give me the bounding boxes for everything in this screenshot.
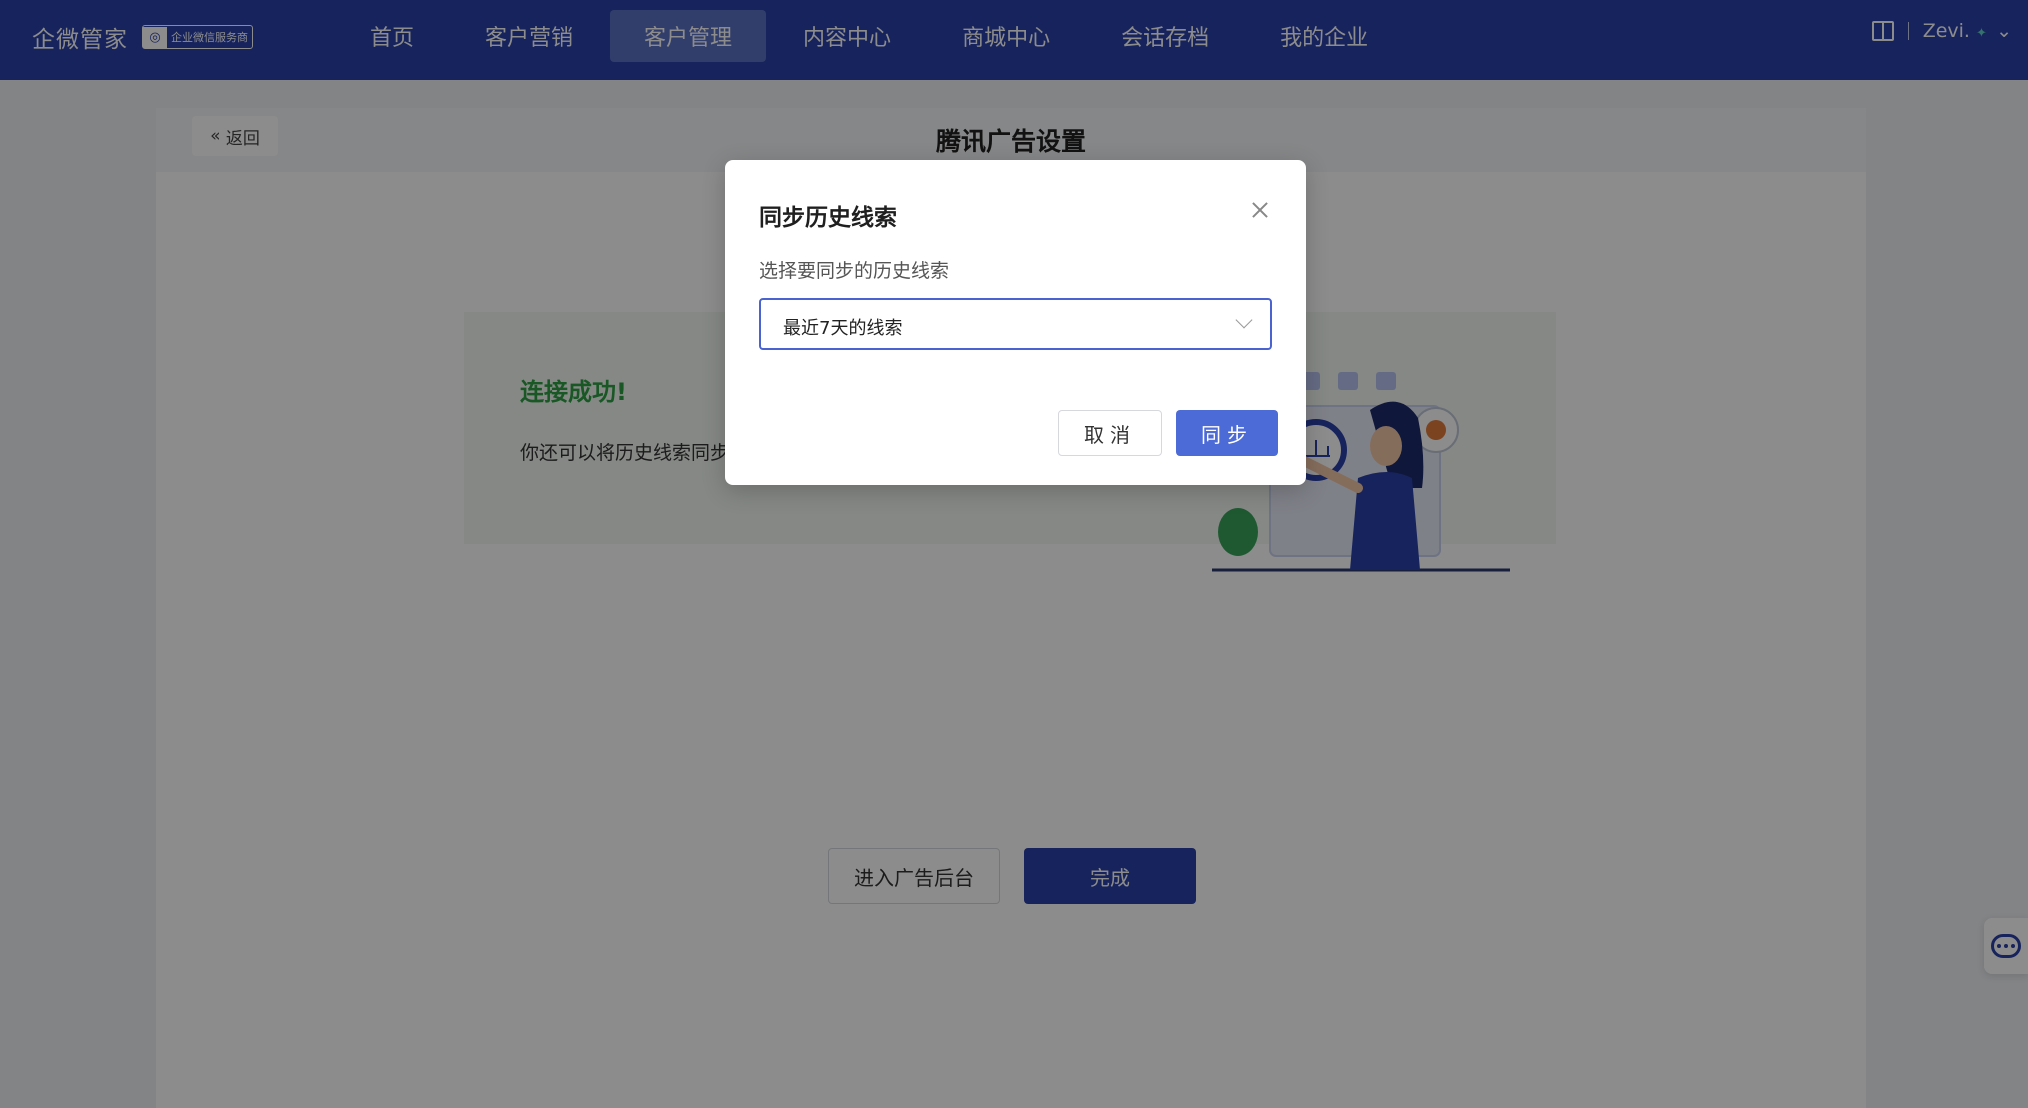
close-icon[interactable]	[1250, 200, 1270, 220]
chevron-down-icon	[1235, 311, 1253, 329]
cancel-button[interactable]: 取消	[1058, 410, 1162, 456]
select-value: 最近7天的线索	[783, 318, 903, 339]
sync-button[interactable]: 同步	[1176, 410, 1278, 456]
history-range-select[interactable]: 最近7天的线索	[759, 298, 1272, 350]
sync-history-leads-dialog: 同步历史线索 选择要同步的历史线索 最近7天的线索 取消 同步	[725, 160, 1306, 485]
dialog-title: 同步历史线索	[759, 205, 897, 231]
dialog-actions: 取消 同步	[1058, 410, 1278, 456]
dialog-field-label: 选择要同步的历史线索	[759, 260, 950, 282]
